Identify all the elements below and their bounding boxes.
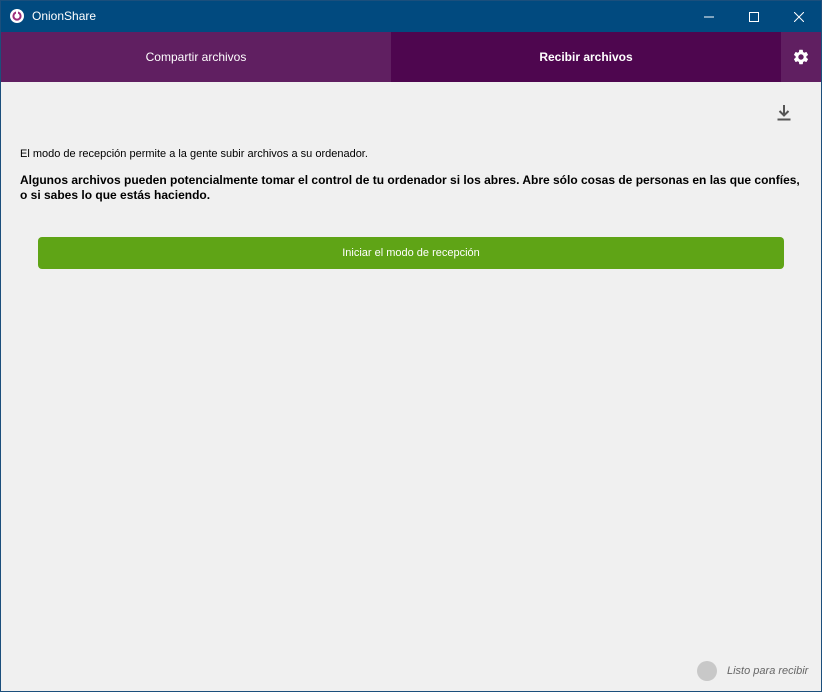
close-button[interactable] — [776, 1, 821, 32]
security-warning: Algunos archivos pueden potencialmente t… — [20, 173, 800, 202]
status-dot-icon — [697, 661, 717, 681]
mode-tab-bar: Compartir archivos Recibir archivos — [1, 32, 821, 82]
start-receive-mode-button[interactable]: Iniciar el modo de recepción — [38, 237, 784, 269]
minimize-button[interactable] — [686, 1, 731, 32]
minimize-icon — [703, 16, 714, 17]
start-receive-mode-label: Iniciar el modo de recepción — [342, 247, 480, 259]
download-icon — [777, 104, 791, 120]
window-title: OnionShare — [32, 9, 97, 23]
maximize-button[interactable] — [731, 1, 776, 32]
status-text: Listo para recibir — [727, 665, 809, 677]
app-window: OnionShare Compartir archivos Recibir ar… — [0, 0, 822, 692]
gear-icon — [793, 49, 809, 65]
tab-share-files[interactable]: Compartir archivos — [1, 32, 391, 82]
maximize-icon — [748, 11, 759, 22]
tab-receive-files[interactable]: Recibir archivos — [391, 32, 781, 82]
onionshare-logo-icon — [10, 9, 24, 23]
settings-button[interactable] — [781, 32, 821, 82]
downloads-button[interactable] — [773, 101, 795, 123]
tab-share-files-label: Compartir archivos — [145, 50, 247, 64]
receive-mode-description: El modo de recepción permite a la gente … — [20, 148, 368, 160]
close-icon — [793, 11, 804, 22]
title-bar[interactable]: OnionShare — [1, 1, 821, 32]
tab-receive-files-label: Recibir archivos — [539, 50, 633, 64]
